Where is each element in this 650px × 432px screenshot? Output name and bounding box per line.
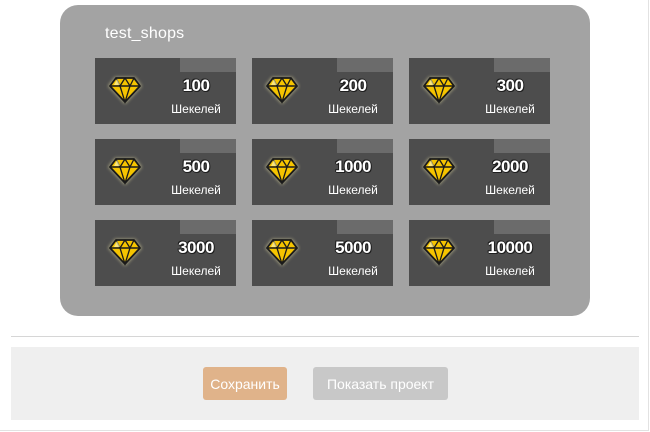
- item-amount: 3000: [178, 238, 214, 257]
- diamond-icon: [420, 234, 458, 270]
- shop-item-card[interactable]: 500 Шекелей: [95, 139, 236, 205]
- card-tab: [180, 139, 236, 153]
- shop-item-card[interactable]: 5000 Шекелей: [252, 220, 393, 286]
- show-project-button[interactable]: Показать проект: [313, 367, 448, 400]
- card-tab: [180, 220, 236, 234]
- shop-item-card[interactable]: 1000 Шекелей: [252, 139, 393, 205]
- item-amount: 1000: [335, 157, 371, 176]
- footer-bar: Сохранить Показать проект: [11, 347, 639, 420]
- diamond-icon: [106, 72, 144, 108]
- item-currency: Шекелей: [328, 102, 378, 116]
- save-button[interactable]: Сохранить: [203, 367, 287, 400]
- item-currency: Шекелей: [328, 183, 378, 197]
- card-tab: [337, 220, 393, 234]
- card-tab: [494, 58, 550, 72]
- card-tab: [337, 58, 393, 72]
- shop-items-grid: 100 Шекелей 200 Шекелей 300 Шекелей 500 Шекелей…: [95, 58, 550, 286]
- shop-item-card[interactable]: 2000 Шекелей: [409, 139, 550, 205]
- diamond-icon: [106, 153, 144, 189]
- item-currency: Шекелей: [171, 183, 221, 197]
- diamond-icon: [263, 234, 301, 270]
- item-currency: Шекелей: [328, 264, 378, 278]
- item-currency: Шекелей: [171, 264, 221, 278]
- diamond-icon: [420, 72, 458, 108]
- item-amount: 10000: [487, 238, 533, 257]
- card-tab: [494, 220, 550, 234]
- item-amount: 100: [182, 76, 210, 95]
- shop-item-card[interactable]: 100 Шекелей: [95, 58, 236, 124]
- item-amount: 500: [182, 157, 210, 176]
- item-currency: Шекелей: [485, 264, 535, 278]
- item-currency: Шекелей: [485, 102, 535, 116]
- card-tab: [494, 139, 550, 153]
- item-currency: Шекелей: [171, 102, 221, 116]
- item-amount: 200: [339, 76, 367, 95]
- shop-item-card[interactable]: 10000 Шекелей: [409, 220, 550, 286]
- shop-panel: test_shops 100 Шекелей 200 Шекелей 300 Шекеле…: [60, 5, 590, 316]
- shop-title: test_shops: [105, 25, 185, 42]
- item-currency: Шекелей: [485, 183, 535, 197]
- item-amount: 5000: [335, 238, 371, 257]
- diamond-icon: [106, 234, 144, 270]
- diamond-icon: [263, 72, 301, 108]
- shop-item-card[interactable]: 300 Шекелей: [409, 58, 550, 124]
- card-tab: [337, 139, 393, 153]
- card-tab: [180, 58, 236, 72]
- divider: [11, 336, 639, 337]
- shop-item-card[interactable]: 200 Шекелей: [252, 58, 393, 124]
- editor-frame: test_shops 100 Шекелей 200 Шекелей 300 Шекеле…: [0, 0, 649, 431]
- diamond-icon: [420, 153, 458, 189]
- diamond-icon: [263, 153, 301, 189]
- shop-item-card[interactable]: 3000 Шекелей: [95, 220, 236, 286]
- item-amount: 300: [496, 76, 524, 95]
- item-amount: 2000: [492, 157, 528, 176]
